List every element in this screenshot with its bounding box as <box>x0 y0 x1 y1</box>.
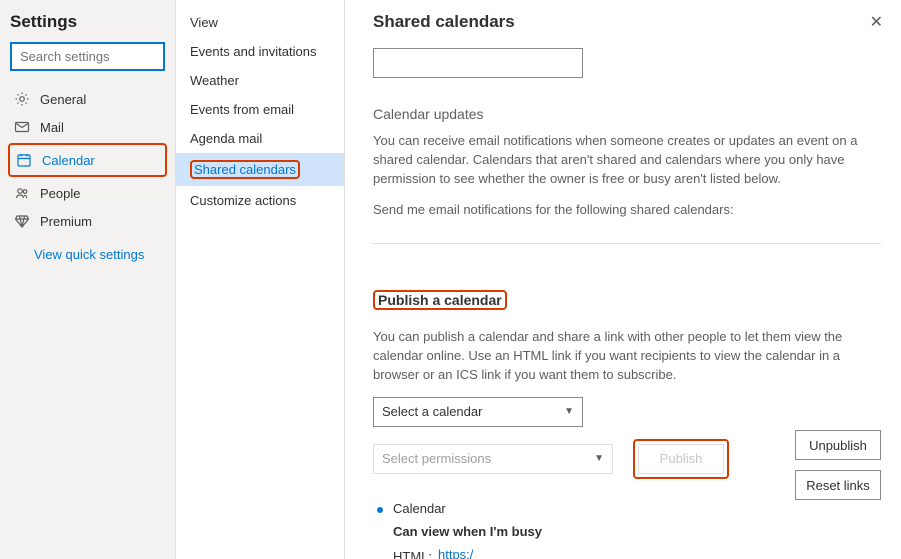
close-icon[interactable]: ✕ <box>870 12 883 32</box>
select-permissions-label: Select permissions <box>382 451 491 466</box>
select-calendar-dropdown[interactable]: Select a calendar ▼ <box>373 397 583 427</box>
subnav-item-shared-calendars[interactable]: Shared calendars <box>176 153 344 186</box>
highlight-publish-heading: Publish a calendar <box>373 262 881 320</box>
bullet-icon <box>377 507 383 513</box>
published-calendar-row: Calendar <box>373 501 881 516</box>
empty-select[interactable] <box>373 48 583 78</box>
sidebar-item-label: Mail <box>40 120 64 135</box>
publish-heading: Publish a calendar <box>373 290 507 310</box>
select-calendar-label: Select a calendar <box>382 404 482 419</box>
settings-content: ✕ Shared calendars Calendar updates You … <box>345 0 901 559</box>
reset-links-button[interactable]: Reset links <box>795 470 881 500</box>
settings-sidebar: Settings General Mail Calendar <box>0 0 175 559</box>
subnav-item-events-email[interactable]: Events from email <box>176 95 344 124</box>
published-permission-text: Can view when I'm busy <box>393 524 881 539</box>
published-calendar-name: Calendar <box>393 501 446 516</box>
settings-subnav: View Events and invitations Weather Even… <box>175 0 345 559</box>
view-quick-settings-link[interactable]: View quick settings <box>10 235 165 262</box>
html-link-row: HTML: https:/ <box>393 547 881 559</box>
subnav-item-agenda[interactable]: Agenda mail <box>176 124 344 153</box>
highlight-publish-button: Publish <box>633 439 729 479</box>
subnav-item-events[interactable]: Events and invitations <box>176 37 344 66</box>
gear-icon <box>14 91 30 107</box>
people-icon <box>14 185 30 201</box>
sidebar-item-people[interactable]: People <box>10 179 165 207</box>
divider <box>373 243 881 244</box>
sidebar-item-label: People <box>40 186 80 201</box>
chevron-down-icon: ▼ <box>594 453 604 464</box>
sidebar-item-premium[interactable]: Premium <box>10 207 165 235</box>
subnav-item-customize[interactable]: Customize actions <box>176 186 344 215</box>
publish-button: Publish <box>638 444 724 474</box>
calendar-updates-notify: Send me email notifications for the foll… <box>373 201 881 220</box>
calendar-icon <box>16 152 32 168</box>
mail-icon <box>14 119 30 135</box>
html-label: HTML: <box>393 547 432 559</box>
select-permissions-dropdown: Select permissions ▼ <box>373 444 613 474</box>
sidebar-item-label: Calendar <box>42 153 95 168</box>
subnav-item-weather[interactable]: Weather <box>176 66 344 95</box>
html-link[interactable]: https:/ <box>438 545 473 559</box>
settings-title: Settings <box>10 12 165 32</box>
sidebar-item-calendar[interactable]: Calendar <box>12 146 163 174</box>
unpublish-button[interactable]: Unpublish <box>795 430 881 460</box>
subnav-item-view[interactable]: View <box>176 8 344 37</box>
calendar-updates-heading: Calendar updates <box>373 106 881 122</box>
search-input[interactable] <box>10 42 165 71</box>
sidebar-item-mail[interactable]: Mail <box>10 113 165 141</box>
page-title: Shared calendars <box>373 12 881 32</box>
html-link-container: https:/ <box>438 547 698 559</box>
sidebar-item-label: Premium <box>40 214 92 229</box>
chevron-down-icon: ▼ <box>564 406 574 417</box>
publish-actions: Unpublish Reset links <box>795 430 881 500</box>
publish-desc: You can publish a calendar and share a l… <box>373 328 881 385</box>
sidebar-item-label: General <box>40 92 86 107</box>
diamond-icon <box>14 213 30 229</box>
calendar-updates-desc: You can receive email notifications when… <box>373 132 881 189</box>
highlight-calendar-nav: Calendar <box>8 143 167 177</box>
settings-dialog: Settings General Mail Calendar <box>0 0 901 559</box>
highlight-shared-calendars: Shared calendars <box>190 160 300 179</box>
sidebar-item-general[interactable]: General <box>10 85 165 113</box>
